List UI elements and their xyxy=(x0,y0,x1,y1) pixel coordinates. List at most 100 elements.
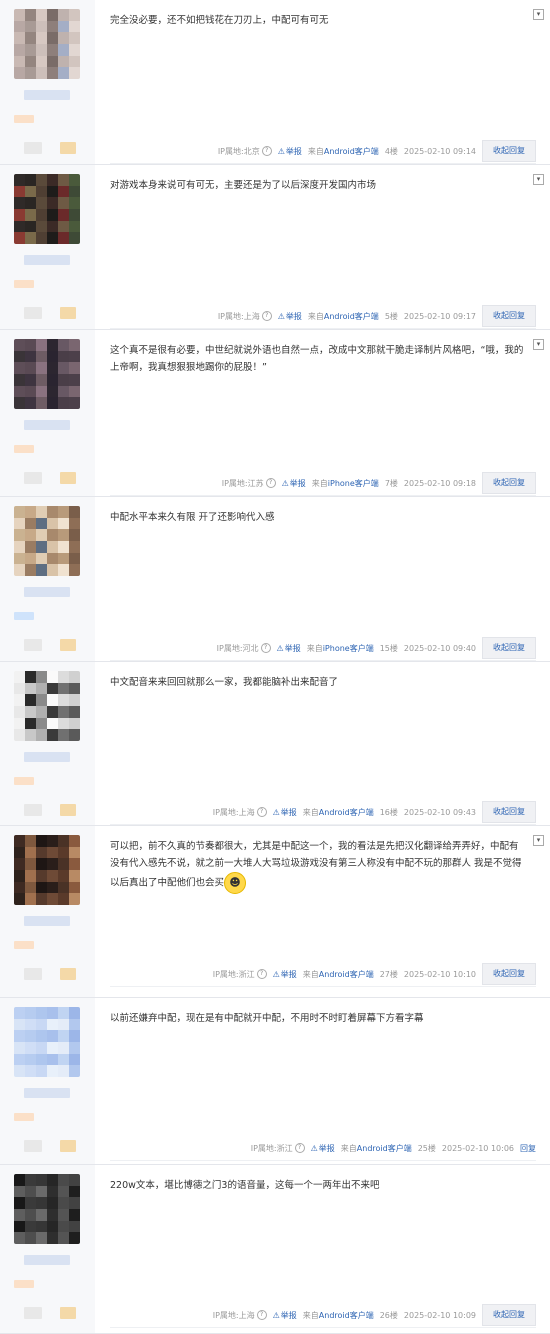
avatar[interactable] xyxy=(14,835,80,905)
reply-button[interactable]: 回复 xyxy=(520,1143,536,1154)
warning-icon: ⚠ xyxy=(272,1310,280,1320)
report-link[interactable]: ⚠举报 xyxy=(273,807,297,818)
reply-divider xyxy=(110,1327,536,1328)
reply-post: 可以把，前不久真的节奏都很大，尤其是中配这一个，我的看法是先把汉化翻译给弄弄好，… xyxy=(0,826,550,998)
report-link[interactable]: ⚠举报 xyxy=(273,1310,297,1321)
client-source: 来自iPhone客户端 xyxy=(312,478,379,489)
collapse-reply-button[interactable]: 收起回复 xyxy=(482,140,536,162)
reply-divider xyxy=(110,1160,536,1161)
report-label: 举报 xyxy=(289,478,306,488)
reply-meta: IP属地:上海? ⚠举报 来自Android客户端 26楼 2025-02-10 10:… xyxy=(207,1304,536,1326)
collapse-reply-button[interactable]: 收起回复 xyxy=(482,801,536,823)
author-panel xyxy=(0,1165,95,1333)
client-link[interactable]: Android客户端 xyxy=(319,1311,374,1320)
avatar[interactable] xyxy=(14,671,80,741)
warning-icon: ⚠ xyxy=(310,1143,318,1153)
emoji-icon: ☻ xyxy=(224,872,247,894)
username-link[interactable] xyxy=(24,587,70,597)
username-link[interactable] xyxy=(24,916,70,926)
post-time: 2025-02-10 09:18 xyxy=(403,478,476,488)
more-options-icon[interactable]: ▾ xyxy=(533,174,544,185)
avatar-image xyxy=(14,506,80,576)
help-icon[interactable]: ? xyxy=(261,146,272,156)
honor-icon xyxy=(60,639,76,651)
client-source: 来自Android客户端 xyxy=(308,146,379,157)
post-time: 2025-02-10 09:14 xyxy=(403,146,476,156)
client-link[interactable]: Android客户端 xyxy=(324,147,379,156)
warning-icon: ⚠ xyxy=(281,478,289,488)
client-link[interactable]: Android客户端 xyxy=(319,970,374,979)
more-options-icon[interactable]: ▾ xyxy=(533,9,544,20)
reply-post: 中配水平本来久有限 开了还影响代入感 IP属地:河北? ⚠举报 来自iPhone客户端… xyxy=(0,497,550,662)
reply-meta: IP属地:浙江? ⚠举报 来自Android客户端 27楼 2025-02-10 10:… xyxy=(207,963,536,985)
avatar[interactable] xyxy=(14,174,80,244)
help-icon[interactable]: ? xyxy=(261,311,272,321)
ip-location: IP属地:北京 xyxy=(217,146,260,156)
avatar[interactable] xyxy=(14,339,80,409)
avatar-image xyxy=(14,1007,80,1077)
client-link[interactable]: Android客户端 xyxy=(319,808,374,817)
avatar[interactable] xyxy=(14,1007,80,1077)
reply-meta: IP属地:江苏? ⚠举报 来自iPhone客户端 7楼 2025-02-10 09:18… xyxy=(216,472,536,494)
report-link[interactable]: ⚠举报 xyxy=(282,478,306,489)
help-icon[interactable]: ? xyxy=(294,1143,305,1153)
level-badge xyxy=(14,115,34,123)
help-icon[interactable]: ? xyxy=(260,643,271,653)
client-source: 来自Android客户端 xyxy=(303,807,374,818)
more-options-icon[interactable]: ▾ xyxy=(533,835,544,846)
username-link[interactable] xyxy=(24,752,70,762)
warning-icon: ⚠ xyxy=(276,643,284,653)
reply-content: 以前还嫌弃中配，现在是有中配就开中配，不用时不时盯着屏幕下方看字幕 xyxy=(110,1013,424,1024)
member-icon xyxy=(24,1140,42,1152)
reply-divider xyxy=(110,495,536,496)
help-icon[interactable]: ? xyxy=(256,807,267,817)
collapse-reply-button[interactable]: 收起回复 xyxy=(482,472,536,494)
ip-location: IP属地:江苏 xyxy=(221,478,264,488)
avatar[interactable] xyxy=(14,9,80,79)
honor-icon xyxy=(60,1307,76,1319)
collapse-reply-button[interactable]: 收起回复 xyxy=(482,963,536,985)
username-link[interactable] xyxy=(24,420,70,430)
avatar-image xyxy=(14,9,80,79)
floor-number: 15楼 xyxy=(379,643,398,653)
username-link[interactable] xyxy=(24,255,70,265)
report-link[interactable]: ⚠举报 xyxy=(311,1143,335,1154)
help-icon[interactable]: ? xyxy=(256,969,267,979)
report-link[interactable]: ⚠举报 xyxy=(273,969,297,980)
collapse-reply-button[interactable]: 收起回复 xyxy=(482,637,536,659)
help-icon[interactable]: ? xyxy=(265,478,276,488)
collapse-reply-button[interactable]: 收起回复 xyxy=(482,1304,536,1326)
author-panel xyxy=(0,998,95,1164)
username-link[interactable] xyxy=(24,1088,70,1098)
client-link[interactable]: Android客户端 xyxy=(357,1144,412,1153)
floor-number: 4楼 xyxy=(384,146,398,156)
client-source: 来自Android客户端 xyxy=(303,969,374,980)
username-link[interactable] xyxy=(24,90,70,100)
reply-divider xyxy=(110,660,536,661)
post-time: 2025-02-10 09:40 xyxy=(403,643,476,653)
from-label: 来自 xyxy=(306,643,323,653)
help-icon[interactable]: ? xyxy=(256,1310,267,1320)
warning-icon: ⚠ xyxy=(277,311,285,321)
collapse-reply-button[interactable]: 收起回复 xyxy=(482,305,536,327)
username-link[interactable] xyxy=(24,1255,70,1265)
report-link[interactable]: ⚠举报 xyxy=(278,311,302,322)
warning-icon: ⚠ xyxy=(272,807,280,817)
reply-divider xyxy=(110,163,536,164)
report-link[interactable]: ⚠举报 xyxy=(278,146,302,157)
client-link[interactable]: iPhone客户端 xyxy=(323,644,374,653)
level-badge xyxy=(14,941,34,949)
more-options-icon[interactable]: ▾ xyxy=(533,339,544,350)
report-link[interactable]: ⚠举报 xyxy=(277,643,301,654)
report-label: 举报 xyxy=(284,643,301,653)
client-link[interactable]: iPhone客户端 xyxy=(328,479,379,488)
reply-content: 中配水平本来久有限 开了还影响代入感 xyxy=(110,512,275,523)
client-link[interactable]: Android客户端 xyxy=(324,312,379,321)
reply-content: 可以把，前不久真的节奏都很大，尤其是中配这一个，我的看法是先把汉化翻译给弄弄好，… xyxy=(110,838,525,894)
member-icon xyxy=(24,1307,42,1319)
avatar[interactable] xyxy=(14,1174,80,1244)
member-icon xyxy=(24,639,42,651)
avatar[interactable] xyxy=(14,506,80,576)
floor-number: 25楼 xyxy=(417,1143,436,1153)
avatar-image xyxy=(14,835,80,905)
